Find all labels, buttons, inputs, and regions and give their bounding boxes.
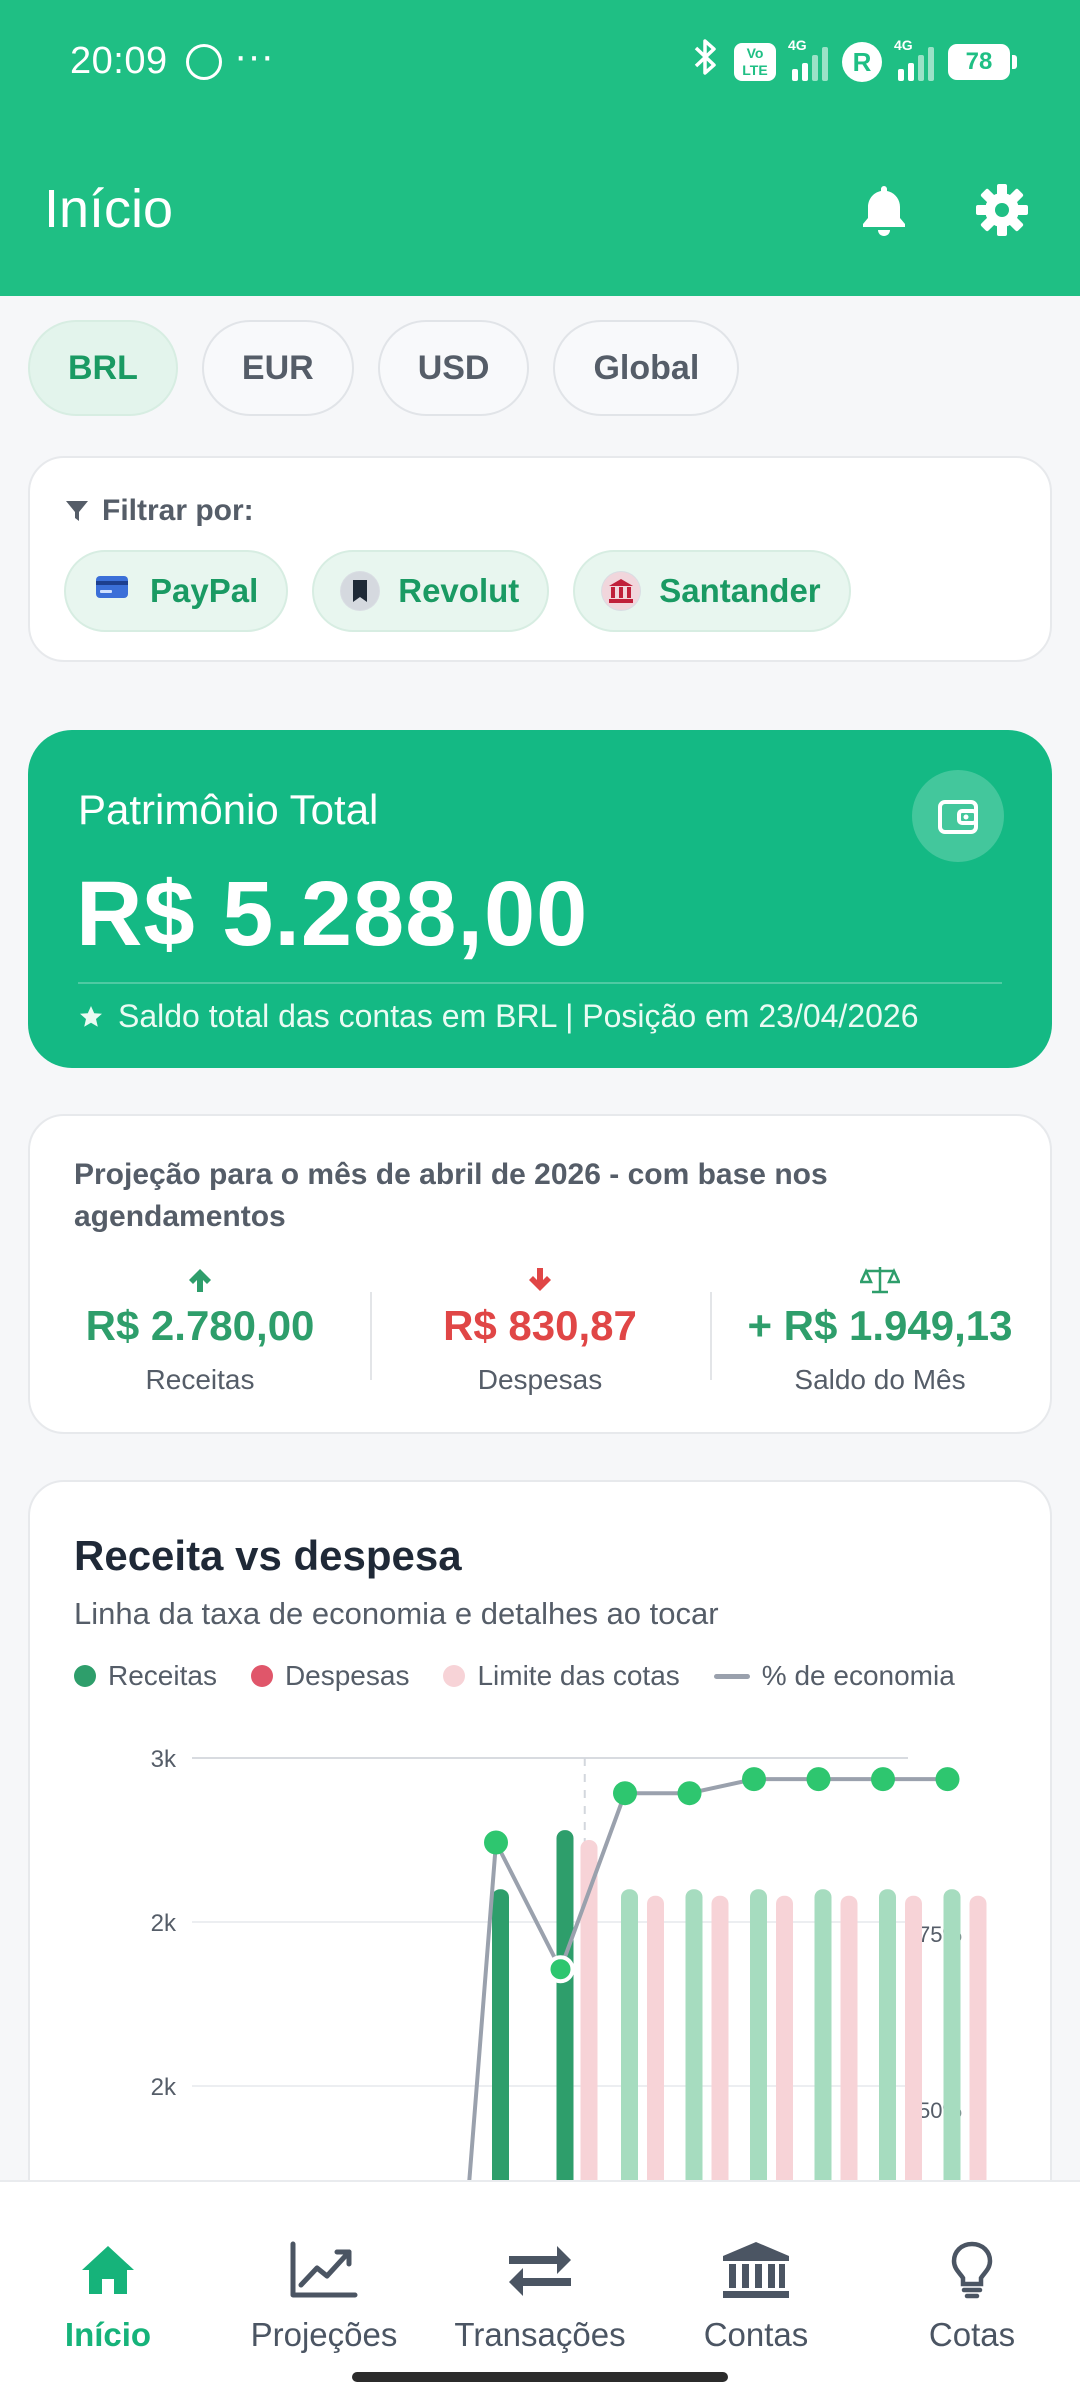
projection-balance: + R$ 1.949,13 Saldo do Mês xyxy=(710,1260,1050,1396)
projection-expenses: R$ 830,87 Despesas xyxy=(370,1260,710,1396)
wealth-label: Patrimônio Total xyxy=(78,786,379,833)
wealth-note-text: Saldo total das contas em BRL | Posição … xyxy=(118,998,919,1034)
savings-rate-point xyxy=(806,1767,831,1792)
bell-icon[interactable] xyxy=(854,180,914,240)
app-header: 20:09 ··· Vo LTE 4G R 4G 78 Início xyxy=(0,0,1080,296)
savings-rate-point xyxy=(742,1767,766,1792)
home-icon xyxy=(0,2238,216,2302)
divider xyxy=(78,982,1002,984)
nav-label: Cotas xyxy=(928,2316,1016,2353)
tab-global[interactable]: Global xyxy=(553,320,740,416)
income-value: R$ 2.780,00 xyxy=(85,1302,315,1349)
projection-summary: R$ 2.780,00 Receitas R$ 830,87 Despesas … xyxy=(30,1260,1050,1396)
page-title: Início xyxy=(44,179,174,239)
expenses-label: Despesas xyxy=(477,1364,603,1395)
filter-chip-label: Revolut xyxy=(398,572,520,609)
settings-gear-icon[interactable] xyxy=(972,180,1032,240)
bottom-navigation: Início Projeções Transações Contas Cotas xyxy=(0,2180,1080,2400)
arrow-down-icon xyxy=(370,1260,710,1300)
nav-label: Início xyxy=(64,2316,152,2353)
balance-scale-icon xyxy=(710,1260,1050,1300)
arrow-up-icon xyxy=(30,1260,370,1300)
home-indicator xyxy=(352,2372,728,2382)
y-tick-label: 3k xyxy=(151,1746,177,1773)
nav-label: Projeções xyxy=(250,2316,398,2353)
lightbulb-icon xyxy=(864,2238,1080,2302)
filter-chip-paypal[interactable]: PayPal xyxy=(64,550,289,632)
filter-chip-label: PayPal xyxy=(150,572,259,609)
y-tick-label: 2k xyxy=(151,2074,177,2101)
income-label: Receitas xyxy=(145,1364,255,1395)
tab-eur[interactable]: EUR xyxy=(201,320,354,416)
account-filter-chips: PayPal Revolut Santander xyxy=(64,550,851,632)
currency-tabs: BRL EUR USD Global xyxy=(28,320,740,416)
filter-header: Filtrar por: xyxy=(64,494,254,528)
filter-icon xyxy=(66,501,88,521)
bluetooth-icon xyxy=(690,37,720,88)
savings-rate-point xyxy=(484,1830,508,1855)
status-time: 20:09 xyxy=(70,40,168,82)
tab-brl[interactable]: BRL xyxy=(28,320,178,416)
nav-item-inicio[interactable]: Início xyxy=(0,2238,216,2354)
wealth-value: R$ 5.288,00 xyxy=(76,863,589,965)
y-tick-label: 2k xyxy=(151,1910,177,1937)
card-icon xyxy=(92,567,132,615)
nav-label: Transações xyxy=(454,2316,626,2353)
savings-rate-point xyxy=(935,1767,960,1792)
battery-icon: 78 xyxy=(948,44,1017,80)
volte-icon: Vo LTE xyxy=(734,43,776,81)
filter-chip-label: Santander xyxy=(659,572,821,609)
filter-chip-revolut[interactable]: Revolut xyxy=(312,550,550,632)
filter-chip-santander[interactable]: Santander xyxy=(573,550,851,632)
nav-item-transacoes[interactable]: Transações xyxy=(432,2238,648,2354)
nav-item-contas[interactable]: Contas xyxy=(648,2238,864,2354)
projection-income: R$ 2.780,00 Receitas xyxy=(30,1260,370,1396)
savings-rate-point xyxy=(871,1767,895,1792)
transfer-arrows-icon xyxy=(432,2238,648,2302)
nav-label: Contas xyxy=(703,2316,809,2353)
roaming-icon: R xyxy=(842,42,882,82)
trend-chart-icon xyxy=(216,2238,432,2302)
bank-icon xyxy=(648,2238,864,2302)
wallet-icon[interactable] xyxy=(912,770,1004,862)
more-notifications-icon: ··· xyxy=(234,34,274,78)
filter-label: Filtrar por: xyxy=(102,494,254,527)
savings-rate-point xyxy=(613,1781,637,1806)
savings-rate-point xyxy=(546,1955,575,1984)
expenses-value: R$ 830,87 xyxy=(443,1302,637,1349)
wealth-note: Saldo total das contas em BRL | Posição … xyxy=(78,998,919,1035)
projection-card: Projeção para o mês de abril de 2026 - c… xyxy=(28,1114,1052,1434)
status-icons: Vo LTE 4G R 4G 78 xyxy=(690,37,1017,84)
projection-title: Projeção para o mês de abril de 2026 - c… xyxy=(74,1158,828,1233)
star-icon xyxy=(80,1005,102,1027)
total-wealth-card[interactable]: Patrimônio Total R$ 5.288,00 Saldo total… xyxy=(28,730,1052,1068)
status-bar: 20:09 ··· Vo LTE 4G R 4G 78 xyxy=(0,0,1080,120)
tab-usd[interactable]: USD xyxy=(377,320,530,416)
whatsapp-icon xyxy=(186,44,222,80)
balance-value: + R$ 1.949,13 xyxy=(747,1302,1013,1349)
balance-label: Saldo do Mês xyxy=(794,1364,966,1395)
nav-item-cotas[interactable]: Cotas xyxy=(864,2238,1080,2354)
nav-item-projecoes[interactable]: Projeções xyxy=(216,2238,432,2354)
bookmark-icon xyxy=(340,571,381,611)
signal-icon-2: 4G xyxy=(894,37,934,81)
filter-card: Filtrar por: PayPal Revolut Santander xyxy=(28,456,1052,662)
bank-icon xyxy=(601,571,642,611)
savings-rate-point xyxy=(677,1781,702,1806)
signal-icon-1: 4G xyxy=(788,37,828,81)
